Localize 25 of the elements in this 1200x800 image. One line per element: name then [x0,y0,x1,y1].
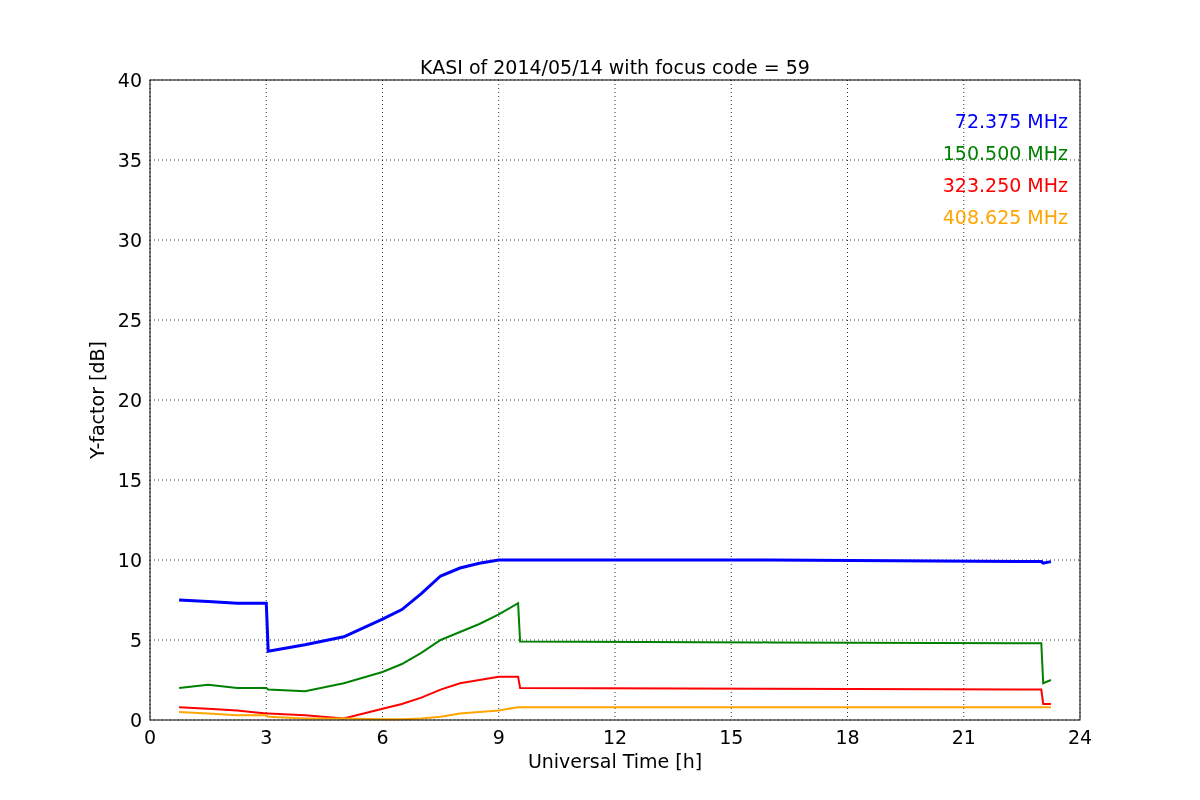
x-axis-label: Universal Time [h] [527,750,703,772]
x-tick-label: 3 [260,726,273,748]
y-tick-label: 10 [117,549,142,571]
y-tick-label: 25 [117,309,142,331]
y-tick-label: 20 [117,389,142,411]
y-tick-label: 30 [117,229,142,251]
legend-label: 72.375 MHz [954,110,1068,132]
x-tick-label: 15 [719,726,744,748]
x-tick-label: 24 [1067,726,1093,748]
y-tick-label: 40 [117,69,142,91]
y-tick-label: 5 [129,629,142,651]
legend-label: 150.500 MHz [942,142,1068,164]
x-tick-label: 18 [835,726,860,748]
x-tick-label: 21 [951,726,976,748]
y-axis-label: Y-factor [dB] [86,341,108,459]
x-tick-label: 9 [492,726,505,748]
legend-label: 323.250 MHz [942,174,1068,196]
x-tick-label: 12 [602,726,628,748]
chart-title: KASI of 2014/05/14 with focus code = 59 [420,56,810,78]
legend-label: 408.625 MHz [942,206,1068,228]
x-tick-label: 6 [376,726,389,748]
x-tick-label: 0 [143,726,157,748]
y-tick-label: 15 [117,469,142,491]
y-tick-label: 35 [117,149,142,171]
y-tick-label: 0 [129,709,142,731]
